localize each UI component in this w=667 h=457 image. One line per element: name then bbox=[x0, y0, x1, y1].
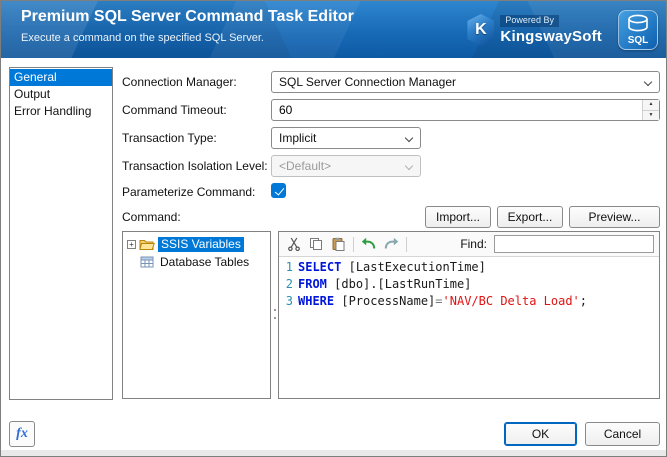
command-label: Command: bbox=[122, 210, 181, 224]
svg-text:SQL: SQL bbox=[628, 35, 649, 46]
toolbar-divider bbox=[353, 236, 354, 252]
tree-item-database-tables[interactable]: Database Tables bbox=[123, 253, 270, 271]
kingswaysoft-k-icon: K bbox=[467, 14, 495, 46]
command-source-tree: + SSIS Variables Database Tables bbox=[122, 231, 271, 399]
category-item-general[interactable]: General bbox=[10, 69, 112, 86]
toolbar-divider bbox=[406, 236, 407, 252]
line-number: 3 bbox=[285, 294, 293, 308]
dialog-subtitle: Execute a command on the specified SQL S… bbox=[21, 32, 264, 44]
code-line: 3 WHERE [ProcessName]='NAV/BC Delta Load'… bbox=[279, 293, 659, 310]
connection-manager-select[interactable]: SQL Server Connection Manager bbox=[271, 71, 660, 93]
find-input[interactable] bbox=[494, 235, 654, 253]
token: 'NAV/BC Delta Load' bbox=[442, 294, 580, 308]
ok-button[interactable]: OK bbox=[504, 422, 577, 446]
transaction-isolation-value: <Default> bbox=[279, 159, 332, 173]
category-item-output[interactable]: Output bbox=[10, 86, 112, 103]
copy-icon bbox=[310, 238, 322, 250]
transaction-type-label: Transaction Type: bbox=[122, 131, 217, 145]
category-item-error-handling[interactable]: Error Handling bbox=[10, 103, 112, 120]
category-list: General Output Error Handling bbox=[9, 67, 113, 400]
timeout-spinner: ▲ ▼ bbox=[642, 100, 659, 120]
import-button[interactable]: Import... bbox=[425, 206, 491, 228]
code-line: 1 SELECT [LastExecutionTime] bbox=[279, 259, 659, 276]
code-text: SELECT [LastExecutionTime] bbox=[298, 259, 486, 276]
brand-name: KingswaySoft bbox=[500, 27, 602, 45]
command-timeout-input[interactable] bbox=[271, 99, 660, 121]
scissors-icon bbox=[288, 237, 300, 251]
line-number: 2 bbox=[285, 277, 293, 291]
transaction-isolation-select: <Default> bbox=[271, 155, 421, 177]
redo-icon bbox=[384, 237, 399, 249]
chevron-down-icon bbox=[404, 161, 414, 171]
chevron-down-icon bbox=[643, 77, 653, 87]
command-timeout-field: ▲ ▼ bbox=[271, 99, 660, 121]
find-label: Find: bbox=[460, 237, 487, 251]
token: [ProcessName] bbox=[341, 294, 436, 308]
paste-icon bbox=[332, 237, 345, 251]
parameterize-checkbox[interactable] bbox=[271, 183, 286, 198]
expand-plus-icon[interactable]: + bbox=[127, 239, 136, 249]
undo-icon bbox=[361, 237, 376, 249]
cut-button[interactable] bbox=[284, 234, 304, 254]
command-timeout-label: Command Timeout: bbox=[122, 103, 227, 117]
token: = bbox=[435, 294, 443, 308]
code-text: FROM [dbo].[LastRunTime] bbox=[298, 276, 471, 293]
table-icon bbox=[140, 256, 154, 268]
dialog-window: Premium SQL Server Command Task Editor E… bbox=[0, 0, 667, 457]
spin-up-button[interactable]: ▲ bbox=[643, 100, 659, 110]
line-number: 1 bbox=[285, 260, 293, 274]
transaction-isolation-label: Transaction Isolation Level: bbox=[122, 159, 268, 173]
editor-toolbar: Find: bbox=[279, 232, 659, 257]
dialog-title: Premium SQL Server Command Task Editor bbox=[21, 8, 354, 25]
connection-manager-value: SQL Server Connection Manager bbox=[279, 75, 456, 89]
kingswaysoft-logo: K Powered By KingswaySoft bbox=[467, 14, 602, 46]
header-branding: K Powered By KingswaySoft SQL bbox=[467, 10, 658, 50]
code-lines: 1 SELECT [LastExecutionTime] 2 FROM [dbo].[… bbox=[279, 259, 659, 310]
spin-down-button[interactable]: ▼ bbox=[643, 109, 659, 120]
folder-icon bbox=[139, 239, 155, 250]
undo-button[interactable] bbox=[359, 234, 379, 254]
sql-editor: Find: 1 SELECT [LastExecutionTime] 2 FROM [… bbox=[278, 231, 660, 399]
tree-label-database-tables[interactable]: Database Tables bbox=[157, 255, 252, 270]
database-cylinder-icon: SQL bbox=[628, 14, 649, 46]
code-area[interactable]: 1 SELECT [LastExecutionTime] 2 FROM [dbo].[… bbox=[279, 257, 659, 398]
connection-manager-label: Connection Manager: bbox=[122, 75, 237, 89]
grip-dots-icon bbox=[273, 309, 276, 311]
sql-server-icon: SQL bbox=[618, 10, 658, 50]
cancel-button[interactable]: Cancel bbox=[585, 422, 660, 446]
copy-button[interactable] bbox=[306, 234, 326, 254]
token: SELECT bbox=[298, 260, 342, 274]
token: [dbo].[LastRunTime] bbox=[334, 277, 472, 291]
panel-splitter[interactable] bbox=[271, 231, 278, 399]
window-bottom-edge bbox=[1, 450, 666, 456]
code-text: WHERE [ProcessName]='NAV/BC Delta Load'; bbox=[298, 293, 587, 310]
token: FROM bbox=[298, 277, 327, 291]
kingswaysoft-text: Powered By KingswaySoft bbox=[500, 14, 602, 45]
dialog-header: Premium SQL Server Command Task Editor E… bbox=[1, 1, 666, 58]
preview-button[interactable]: Preview... bbox=[569, 206, 660, 228]
powered-by-label: Powered By bbox=[500, 14, 559, 27]
transaction-type-select[interactable]: Implicit bbox=[271, 127, 421, 149]
chevron-down-icon bbox=[404, 133, 414, 143]
token: [LastExecutionTime] bbox=[348, 260, 486, 274]
parameterize-command-label: Parameterize Command: bbox=[122, 185, 256, 199]
expression-fx-button[interactable]: fx bbox=[9, 421, 35, 447]
token: ; bbox=[579, 294, 588, 308]
redo-button[interactable] bbox=[381, 234, 401, 254]
transaction-type-value: Implicit bbox=[279, 131, 317, 145]
paste-button[interactable] bbox=[328, 234, 348, 254]
code-line: 2 FROM [dbo].[LastRunTime] bbox=[279, 276, 659, 293]
tree-label-ssis-variables[interactable]: SSIS Variables bbox=[158, 236, 244, 252]
tree-item-ssis-variables[interactable]: + SSIS Variables bbox=[123, 235, 270, 253]
token: WHERE bbox=[298, 294, 335, 308]
export-button[interactable]: Export... bbox=[497, 206, 563, 228]
